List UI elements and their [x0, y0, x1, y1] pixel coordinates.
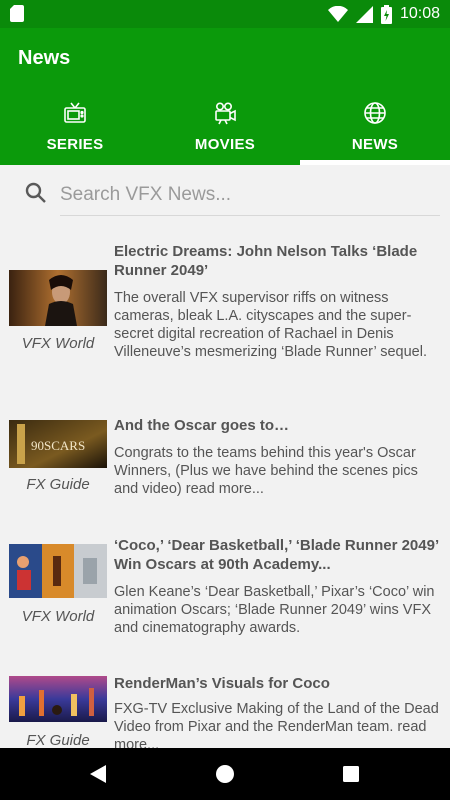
article-thumbnail[interactable] — [9, 270, 107, 326]
tab-label: MOVIES — [194, 136, 256, 153]
tab-label: SERIES — [46, 136, 104, 153]
home-icon[interactable] — [215, 764, 235, 784]
page-title: News — [18, 47, 71, 69]
sd-card-icon — [10, 5, 24, 22]
globe-icon — [364, 102, 386, 124]
battery-icon — [380, 4, 392, 24]
article-content: RenderMan’s Visuals for Coco FXG-TV Excl… — [114, 674, 444, 748]
article-title: And the Oscar goes to… — [114, 417, 290, 434]
tab-series[interactable]: SERIES — [0, 98, 150, 165]
article-thumbnail[interactable] — [9, 676, 107, 722]
article-content: ‘Coco,’ ‘Dear Basketball,’ ‘Blade Runner… — [114, 536, 444, 637]
article-thumbnail[interactable] — [9, 544, 107, 598]
wifi-icon — [327, 6, 348, 22]
list-item[interactable]: 90SCARS FX Guide And the Oscar goes to… … — [0, 416, 450, 516]
article-summary: Congrats to the teams behind this year's… — [114, 445, 418, 497]
navigation-bar — [0, 748, 450, 800]
article-content: And the Oscar goes to… Congrats to the t… — [114, 416, 444, 498]
tab-movies[interactable]: MOVIES — [150, 98, 300, 165]
thumb-text: 90SCARS — [31, 438, 85, 453]
search-input[interactable] — [60, 175, 440, 216]
status-bar: 10:08 — [0, 0, 450, 28]
clock: 10:08 — [399, 5, 440, 22]
recents-icon[interactable] — [343, 766, 359, 782]
article-thumbnail[interactable]: 90SCARS — [9, 420, 107, 468]
article-content: Electric Dreams: John Nelson Talks ‘Blad… — [114, 242, 444, 361]
tab-label: NEWS — [351, 136, 399, 153]
signal-icon — [355, 5, 373, 23]
search-bar — [0, 165, 450, 225]
article-title: RenderMan’s Visuals for Coco — [114, 675, 330, 692]
news-list[interactable]: VFX World Electric Dreams: John Nelson T… — [0, 228, 450, 748]
article-title: ‘Coco,’ ‘Dear Basketball,’ ‘Blade Runner… — [114, 537, 439, 573]
tab-news[interactable]: NEWS — [300, 98, 450, 165]
movie-camera-icon — [215, 102, 236, 125]
article-title: Electric Dreams: John Nelson Talks ‘Blad… — [114, 243, 418, 279]
search-icon[interactable] — [25, 182, 47, 204]
article-source: VFX World — [21, 608, 95, 625]
article-summary: The overall VFX supervisor riffs on witn… — [114, 290, 427, 360]
app-bar: News SERIES MOVIES NEWS — [0, 28, 450, 165]
article-summary: Glen Keane’s ‘Dear Basketball,’ Pixar’s … — [114, 584, 435, 636]
list-item[interactable]: VFX World ‘Coco,’ ‘Dear Basketball,’ ‘Bl… — [0, 536, 450, 646]
back-icon[interactable] — [89, 764, 107, 784]
article-source: FX Guide — [26, 732, 90, 748]
tv-icon — [64, 102, 86, 123]
tab-bar: SERIES MOVIES NEWS — [0, 98, 450, 165]
article-summary: FXG-TV Exclusive Making of the Land of t… — [114, 701, 439, 748]
list-item[interactable]: FX Guide RenderMan’s Visuals for Coco FX… — [0, 674, 450, 748]
article-source: FX Guide — [26, 476, 90, 493]
article-source: VFX World — [21, 335, 95, 352]
list-item[interactable]: VFX World Electric Dreams: John Nelson T… — [0, 242, 450, 372]
